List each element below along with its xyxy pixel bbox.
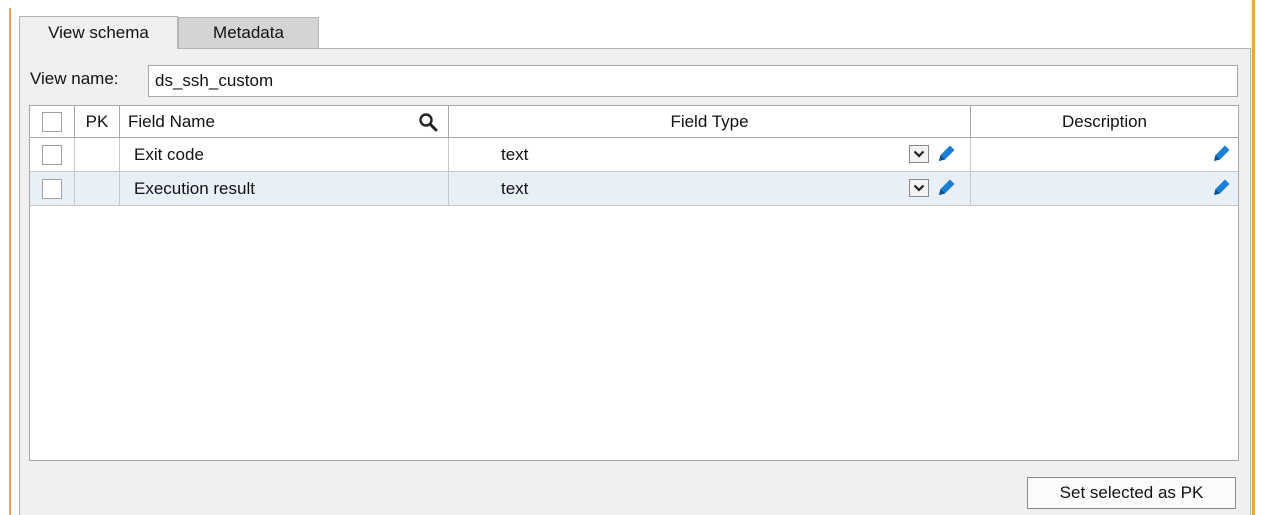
table-header: PK Field Name Field Type Description — [30, 106, 1238, 138]
tab-view-schema[interactable]: View schema — [19, 16, 178, 49]
chevron-down-icon — [913, 184, 925, 192]
row-field-name-cell[interactable]: Execution result — [120, 172, 449, 205]
pencil-icon[interactable] — [935, 143, 957, 165]
tab-label: View schema — [48, 23, 149, 42]
header-pk[interactable]: PK — [75, 106, 120, 137]
row-field-type-cell[interactable]: text — [449, 172, 971, 205]
set-selected-as-pk-button[interactable]: Set selected as PK — [1027, 477, 1236, 509]
schema-table: PK Field Name Field Type Description Exi… — [29, 105, 1239, 461]
header-pk-label: PK — [85, 111, 109, 131]
header-field-name[interactable]: Field Name — [120, 106, 449, 137]
table-row[interactable]: Execution result text — [30, 172, 1238, 206]
row-field-type: text — [501, 144, 529, 164]
tab-metadata[interactable]: Metadata — [178, 17, 319, 48]
header-field-type[interactable]: Field Type — [449, 106, 971, 137]
row-field-name: Execution result — [134, 178, 255, 198]
header-description-label: Description — [1061, 111, 1148, 131]
table-row[interactable]: Exit code text — [30, 138, 1238, 172]
row-description-cell[interactable] — [971, 138, 1238, 171]
header-select-cell — [30, 106, 75, 137]
tab-label: Metadata — [213, 23, 284, 42]
row-field-type: text — [501, 178, 529, 198]
row-field-type-cell[interactable]: text — [449, 138, 971, 171]
row-field-name: Exit code — [134, 144, 204, 164]
chevron-down-icon — [913, 150, 925, 158]
pencil-icon[interactable] — [1210, 143, 1232, 165]
row-select-cell — [30, 172, 75, 205]
select-all-checkbox[interactable] — [42, 111, 62, 132]
row-checkbox[interactable] — [42, 144, 62, 165]
window-border-left — [9, 8, 11, 515]
row-checkbox[interactable] — [42, 178, 62, 199]
header-description[interactable]: Description — [971, 106, 1238, 137]
row-pk-cell[interactable] — [75, 172, 120, 205]
view-name-label: View name: — [30, 69, 119, 88]
field-type-dropdown-button[interactable] — [909, 179, 929, 197]
header-field-name-label: Field Name — [128, 111, 215, 131]
window-border-right — [1252, 0, 1255, 515]
search-icon[interactable] — [418, 112, 438, 132]
header-field-type-label: Field Type — [670, 111, 749, 131]
row-field-name-cell[interactable]: Exit code — [120, 138, 449, 171]
pencil-icon[interactable] — [935, 177, 957, 199]
row-pk-cell[interactable] — [75, 138, 120, 171]
view-schema-panel: View name: PK Field Name Field Type Des — [19, 48, 1251, 515]
row-select-cell — [30, 138, 75, 171]
pencil-icon[interactable] — [1210, 177, 1232, 199]
view-name-input[interactable] — [148, 65, 1238, 97]
field-type-dropdown-button[interactable] — [909, 145, 929, 163]
row-description-cell[interactable] — [971, 172, 1238, 205]
